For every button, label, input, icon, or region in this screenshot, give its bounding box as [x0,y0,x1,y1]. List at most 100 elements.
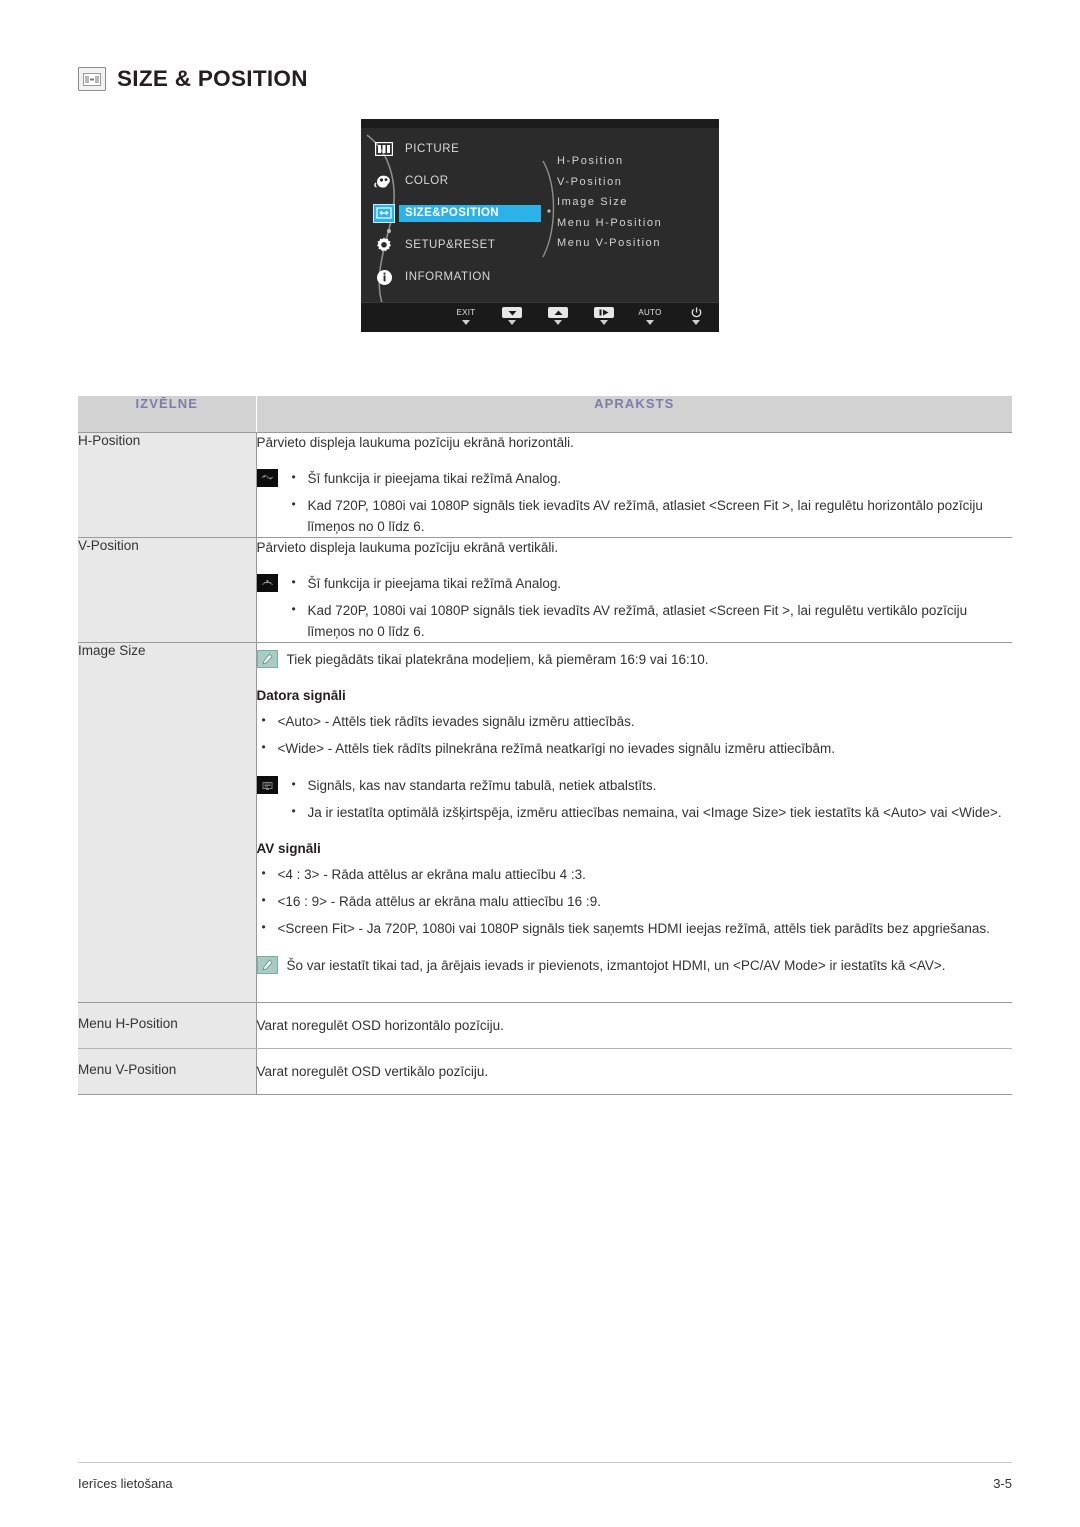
caution-bullets: Šī funkcija ir pieejama tikai režīmā Ana… [257,467,1013,537]
note-text-wrapper: Tiek piegādāts tikai platekrāna modeļiem… [257,649,1013,670]
page-title: SIZE & POSITION [117,66,308,91]
osd-button-exit[interactable]: EXIT [443,307,489,325]
caret-down-icon [462,320,470,325]
row-menu-name: V-Position [78,537,257,643]
caution-block: Šī funkcija ir pieejama tikai režīmā Ana… [256,572,1013,642]
row-description: Varat noregulēt OSD vertikālo pozīciju. [256,1048,1012,1095]
bullet-item: <16 : 9> - Rāda attēlus ar ekrāna malu a… [257,890,1013,912]
osd-menu-label: SIZE&POSITION [399,204,541,222]
osd-main-menu: PICTURE COLOR SIZE&POSITION SETUP&RESET … [373,133,558,293]
osd-menu-label: PICTURE [405,143,460,155]
size-position-icon [373,203,395,223]
size-position-icon [78,67,106,91]
table-row: Menu V-Position Varat noregulēt OSD vert… [78,1048,1012,1095]
note-icon [256,956,278,974]
caret-down-icon [600,320,608,325]
av-signal-bullets: <4 : 3> - Rāda attēlus ar ekrāna malu at… [257,863,1013,939]
osd-menu-label: SETUP&RESET [405,239,496,251]
gear-icon [373,236,395,255]
osd-top-bar [361,119,719,128]
footer-divider [78,1462,1012,1463]
note-text: Šo var iestatīt tikai tad, ja ārējais ie… [286,958,946,973]
osd-submenu-item[interactable]: Image Size [557,192,717,213]
table-row: Image Size Tiek piegādāts tikai platekrā… [78,642,1013,1003]
osd-submenu-item[interactable]: Menu V-Position [557,233,717,254]
caution-block: Signāls, kas nav standarta režīmu tabulā… [256,774,1013,823]
osd-submenu: H-Position V-Position Image Size Menu H-… [557,151,717,254]
row-menu-name: Menu H-Position [78,1002,257,1049]
row-lead-text: Varat noregulēt OSD horizontālo pozīciju… [256,1018,504,1033]
row-menu-name: Image Size [78,642,257,1003]
osd-menu-item-setup-reset[interactable]: SETUP&RESET [373,229,558,261]
osd-menu-label: COLOR [405,175,449,187]
page-footer: Ierīces lietošana 3-5 [78,1476,1012,1491]
osd-button-bar: EXIT AUTO [361,302,719,332]
table-header-description: APRAKSTS [256,396,1012,433]
osd-menu-item-color[interactable]: COLOR [373,165,558,197]
osd-screenshot: PICTURE COLOR SIZE&POSITION SETUP&RESET … [361,119,719,332]
row-menu-name: Menu V-Position [78,1048,257,1095]
footer-section-label: Ierīces lietošana [78,1476,173,1491]
caution-bullets: Šī funkcija ir pieejama tikai režīmā Ana… [257,572,1013,642]
osd-submenu-item[interactable]: H-Position [557,151,717,172]
down-arrow-icon [502,307,522,318]
info-icon [373,268,395,287]
color-icon [373,172,395,191]
caution-icon [256,574,278,592]
caution-block: Šī funkcija ir pieejama tikai režīmā Ana… [256,467,1013,537]
subheading-computer-signals: Datora signāli [256,688,346,703]
osd-menu-item-size-position[interactable]: SIZE&POSITION [373,197,558,229]
power-icon [691,307,702,318]
table-header-menu: IZVĒLNE [78,396,257,433]
footer-page-number: 3-5 [993,1476,1012,1491]
computer-signal-bullets: <Auto> - Attēls tiek rādīts ievades sign… [257,710,1013,759]
row-description: Pārvieto displeja laukuma pozīciju ekrān… [256,537,1013,643]
osd-button-enter[interactable] [581,307,627,325]
table-row: V-Position Pārvieto displeja laukuma poz… [78,537,1013,643]
picture-icon [373,140,395,159]
osd-menu-label: INFORMATION [405,271,491,283]
osd-button-down[interactable] [489,307,535,325]
caret-down-icon [508,320,516,325]
osd-menu-item-picture[interactable]: PICTURE [373,133,558,165]
row-lead-text: Pārvieto displeja laukuma pozīciju ekrān… [256,540,559,555]
caret-down-icon [554,320,562,325]
exit-label: EXIT [456,308,476,317]
row-description: Pārvieto displeja laukuma pozīciju ekrān… [256,432,1013,538]
caution-icon [256,469,278,487]
bullet-item: Ja ir iestatīta optimālā izšķirtspēja, i… [287,801,1013,823]
note-block-top: Tiek piegādāts tikai platekrāna modeļiem… [256,649,1013,670]
row-description: Tiek piegādāts tikai platekrāna modeļiem… [256,642,1013,1003]
bullet-item: Signāls, kas nav standarta režīmu tabulā… [287,774,1013,796]
bullet-item: Kad 720P, 1080i vai 1080P signāls tiek i… [287,494,1013,537]
bullet-item: <Wide> - Attēls tiek rādīts pilnekrāna r… [257,737,1013,759]
osd-button-power[interactable] [673,307,719,325]
page-heading: SIZE & POSITION [78,66,308,92]
table-row: Menu H-Position Varat noregulēt OSD hori… [78,1002,1012,1049]
enter-icon [594,307,614,318]
row-lead-text: Varat noregulēt OSD vertikālo pozīciju. [256,1064,489,1079]
osd-submenu-item[interactable]: V-Position [557,172,717,193]
row-description: Varat noregulēt OSD horizontālo pozīciju… [256,1002,1012,1049]
auto-label: AUTO [638,308,662,317]
osd-button-up[interactable] [535,307,581,325]
osd-menu-item-information[interactable]: INFORMATION [373,261,558,293]
row-lead-text: Pārvieto displeja laukuma pozīciju ekrān… [256,435,574,450]
osd-button-auto[interactable]: AUTO [627,307,673,325]
row-menu-name: H-Position [78,432,257,538]
note-text: Tiek piegādāts tikai platekrāna modeļiem… [286,652,709,667]
bullet-item: Šī funkcija ir pieejama tikai režīmā Ana… [287,572,1013,594]
caret-down-icon [646,320,654,325]
osd-submenu-item[interactable]: Menu H-Position [557,213,717,234]
bullet-item: Šī funkcija ir pieejama tikai režīmā Ana… [287,467,1013,489]
caution-icon [256,776,278,794]
bullet-item: <4 : 3> - Rāda attēlus ar ekrāna malu at… [257,863,1013,885]
caution-bullets: Signāls, kas nav standarta režīmu tabulā… [257,774,1013,823]
bullet-item: <Screen Fit> - Ja 720P, 1080i vai 1080P … [257,917,1013,939]
settings-table: IZVĒLNE APRAKSTS H-Position Pārvieto dis… [78,396,1012,1095]
subheading-av-signals: AV signāli [256,841,321,856]
table-row: H-Position Pārvieto displeja laukuma poz… [78,432,1013,538]
caret-down-icon [692,320,700,325]
note-block-bottom: Šo var iestatīt tikai tad, ja ārējais ie… [256,955,1013,976]
